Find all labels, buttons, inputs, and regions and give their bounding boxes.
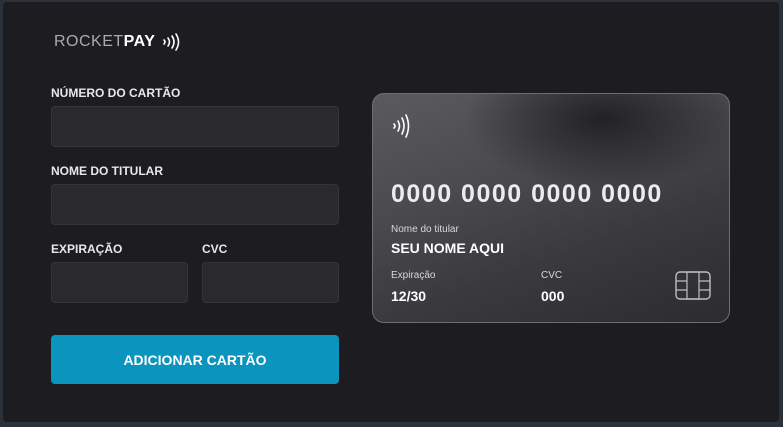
logo-rocket-text: ROCKET xyxy=(54,33,124,50)
card-number-label: NÚMERO DO CARTÃO xyxy=(51,86,181,100)
payment-panel: ROCKET PAY NÚMERO DO CARTÃO NOME DO TITU… xyxy=(3,2,779,422)
logo-pay-text: PAY xyxy=(123,33,156,50)
card-cvc-label: CVC xyxy=(541,270,563,281)
card-expiration-label: Expiração xyxy=(391,270,436,281)
rocketpay-logo: ROCKET PAY xyxy=(54,33,183,51)
cvc-label: CVC xyxy=(202,242,228,256)
card-number-display: 0000 0000 0000 0000 xyxy=(391,180,663,208)
card-cvc-value: 000 xyxy=(541,288,565,304)
contactless-icon xyxy=(161,33,183,51)
chip-icon xyxy=(675,271,711,300)
card-number-input[interactable] xyxy=(51,106,339,147)
holder-name-label: NOME DO TITULAR xyxy=(51,164,163,178)
cvc-input[interactable] xyxy=(202,262,339,303)
add-card-button[interactable]: ADICIONAR CARTÃO xyxy=(51,335,339,384)
card-preview: 0000 0000 0000 0000 Nome do titular SEU … xyxy=(372,93,730,323)
holder-name-input[interactable] xyxy=(51,184,339,225)
card-expiration-value: 12/30 xyxy=(391,288,427,304)
card-holder-value: SEU NOME AQUI xyxy=(391,240,505,256)
card-holder-label: Nome do titular xyxy=(391,224,459,235)
contactless-icon xyxy=(391,114,413,143)
expiration-input[interactable] xyxy=(51,262,188,303)
expiration-label: EXPIRAÇÃO xyxy=(51,242,123,256)
